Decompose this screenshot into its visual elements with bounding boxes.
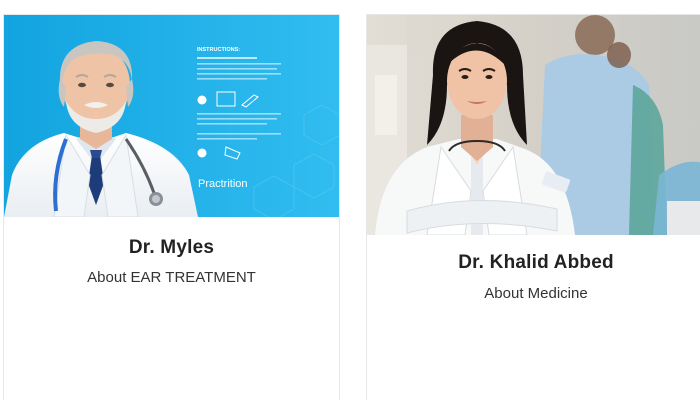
doctor-photo[interactable]: INSTRUCTIONS: Practrition <box>4 15 339 217</box>
doctor-name[interactable]: Dr. Myles <box>4 237 339 259</box>
doctor-about-link[interactable]: About Medicine <box>367 285 700 302</box>
poster-brand: Practrition <box>198 178 248 190</box>
poster-heading: INSTRUCTIONS: <box>197 47 240 53</box>
doctor-card[interactable]: INSTRUCTIONS: Practrition Dr. Myles Abou… <box>3 14 340 400</box>
doctor-photo[interactable] <box>367 15 700 235</box>
doctor-about-link[interactable]: About EAR TREATMENT <box>4 269 339 286</box>
doctor-name[interactable]: Dr. Khalid Abbed <box>367 252 700 274</box>
doctor-cards-page: INSTRUCTIONS: Practrition Dr. Myles Abou… <box>0 0 700 400</box>
doctor-card[interactable]: Dr. Khalid Abbed About Medicine <box>366 14 700 400</box>
